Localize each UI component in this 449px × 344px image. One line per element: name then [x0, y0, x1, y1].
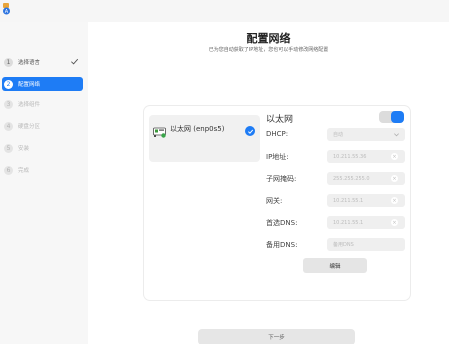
gateway-label: 网关:	[266, 197, 283, 205]
subnet-mask-label: 子网掩码:	[266, 175, 297, 183]
ip-address-value: 10.211.55.36	[333, 153, 367, 160]
main-content: 配置网络 已为您自动获取了IP地址，您也可以手动修改网络配置 以太网 (enp0…	[88, 22, 449, 344]
edit-button[interactable]: 编辑	[303, 258, 367, 273]
interface-item-enp0s5[interactable]: 以太网 (enp0s5)	[149, 115, 260, 162]
secondary-dns-label: 备用DNS:	[266, 241, 298, 249]
gateway-value: 10.211.55.1	[333, 197, 364, 204]
step-number: 6	[4, 165, 13, 175]
page-title: 配置网络	[246, 32, 291, 45]
next-step-button[interactable]: 下一步	[198, 329, 355, 344]
primary-dns-value: 10.211.55.1	[333, 219, 364, 226]
step-label: 选择组件	[18, 102, 41, 108]
ethernet-enable-toggle[interactable]	[379, 111, 404, 123]
clear-icon[interactable]: ×	[391, 153, 398, 160]
primary-dns-field[interactable]: 10.211.55.1 ×	[327, 216, 405, 229]
clear-icon[interactable]: ×	[391, 197, 398, 204]
step-select-components: 3 选择组件	[2, 97, 83, 111]
dhcp-select[interactable]: 自动	[327, 128, 405, 141]
step-label: 配置网络	[18, 82, 41, 88]
title-bar: A	[0, 0, 449, 20]
step-install: 5 安装	[2, 141, 83, 155]
clear-icon[interactable]: ×	[391, 219, 398, 226]
step-label: 完成	[18, 168, 30, 174]
secondary-dns-field[interactable]: 备用DNS	[327, 238, 405, 251]
step-configure-network: 2 配置网络	[2, 77, 83, 91]
step-number: 4	[4, 121, 13, 131]
step-label: 硬盘分区	[18, 124, 41, 130]
svg-text:A: A	[5, 9, 9, 15]
gateway-field[interactable]: 10.211.55.1 ×	[327, 194, 405, 207]
step-number: 3	[4, 99, 13, 109]
step-number: 1	[4, 57, 13, 67]
dhcp-value: 自动	[333, 132, 344, 138]
step-disk-partition: 4 硬盘分区	[2, 119, 83, 133]
network-card-icon	[153, 127, 166, 138]
subnet-mask-value: 255.255.255.0	[333, 175, 370, 182]
step-label: 选择语言	[18, 60, 41, 66]
step-finish: 6 完成	[2, 163, 83, 177]
secondary-dns-placeholder: 备用DNS	[333, 242, 354, 248]
interface-name: 以太网 (enp0s5)	[170, 125, 225, 133]
clear-icon[interactable]: ×	[391, 175, 398, 182]
step-label: 安装	[18, 146, 30, 152]
ethernet-section-title: 以太网	[266, 115, 294, 125]
ip-address-label: IP地址:	[266, 153, 289, 161]
installer-app-icon: A	[3, 3, 10, 15]
primary-dns-label: 首选DNS:	[266, 219, 298, 227]
toggle-knob	[391, 111, 404, 123]
checkmark-icon	[71, 58, 79, 65]
selected-check-icon	[245, 126, 255, 136]
page-subtitle: 已为您自动获取了IP地址，您也可以手动修改网络配置	[208, 47, 329, 53]
step-select-language: 1 选择语言	[2, 55, 83, 69]
subnet-mask-field[interactable]: 255.255.255.0 ×	[327, 172, 405, 185]
step-number: 2	[4, 79, 13, 89]
steps-sidebar: 1 选择语言 2 配置网络 3 选择组件 4 硬盘分区 5 安装 6 完成	[0, 22, 88, 344]
chevron-down-icon	[394, 133, 399, 137]
ip-address-field[interactable]: 10.211.55.36 ×	[327, 150, 405, 163]
dhcp-label: DHCP:	[266, 130, 289, 138]
step-number: 5	[4, 143, 13, 153]
